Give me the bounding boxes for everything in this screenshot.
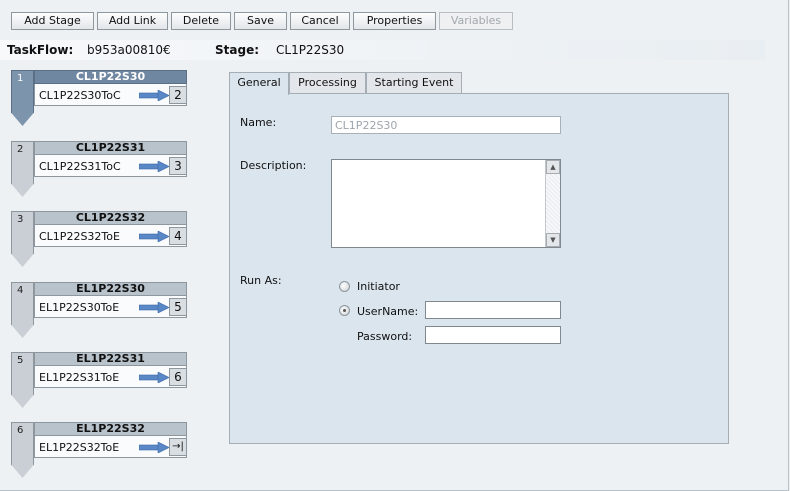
- stage-title[interactable]: EL1P22S32: [34, 422, 187, 436]
- scroll-up-icon[interactable]: ▲: [546, 160, 560, 174]
- description-field[interactable]: ▲ ▼: [331, 159, 561, 248]
- stage-number: 3: [17, 214, 24, 225]
- stage-link-label: EL1P22S32ToE: [39, 441, 120, 454]
- stage-link-label: CL1P22S31ToC: [39, 160, 121, 173]
- add-link-button[interactable]: Add Link: [97, 12, 168, 30]
- stage-number: 1: [17, 73, 24, 84]
- next-stage-target[interactable]: 5: [169, 298, 187, 316]
- name-field[interactable]: [331, 116, 561, 134]
- stage-label: Stage:: [215, 43, 260, 57]
- right-arrow-icon: [139, 231, 169, 242]
- run-as-label: Run As:: [240, 274, 282, 287]
- delete-button[interactable]: Delete: [171, 12, 231, 30]
- app-window: Add Stage Add Link Delete Save Cancel Pr…: [0, 0, 789, 491]
- right-arrow-icon: [139, 442, 169, 453]
- next-stage-target[interactable]: 2: [169, 86, 187, 104]
- stage-number: 6: [17, 425, 24, 436]
- stage-item[interactable]: 6 EL1P22S32 EL1P22S32ToE →|: [11, 422, 187, 478]
- password-field[interactable]: [425, 326, 561, 344]
- username-field[interactable]: [425, 301, 561, 319]
- info-bar: TaskFlow: b953a00810€ Stage: CL1P22S30: [0, 40, 765, 60]
- stage-link-label: EL1P22S31ToE: [39, 371, 120, 384]
- general-panel: Name: Description: ▲ ▼ Run As: Initiator…: [229, 93, 729, 444]
- tab-starting-event[interactable]: Starting Event: [366, 72, 462, 94]
- save-button[interactable]: Save: [234, 12, 287, 30]
- stage-title[interactable]: CL1P22S30: [34, 70, 187, 84]
- stage-link-label: EL1P22S30ToE: [39, 301, 120, 314]
- username-label: UserName:: [357, 305, 419, 318]
- stage-item[interactable]: 4 EL1P22S30 EL1P22S30ToE 5: [11, 282, 187, 338]
- stage-title[interactable]: CL1P22S32: [34, 211, 187, 225]
- taskflow-label: TaskFlow:: [7, 43, 74, 57]
- cancel-button[interactable]: Cancel: [290, 12, 350, 30]
- right-arrow-icon: [139, 161, 169, 172]
- initiator-radio[interactable]: [339, 281, 350, 292]
- tab-processing[interactable]: Processing: [289, 72, 366, 94]
- stage-link-label: CL1P22S30ToC: [39, 89, 121, 102]
- taskflow-value: b953a00810€: [87, 43, 171, 57]
- toolbar: Add Stage Add Link Delete Save Cancel Pr…: [0, 0, 789, 38]
- username-radio[interactable]: [339, 305, 350, 316]
- stage-value: CL1P22S30: [276, 43, 345, 57]
- stage-title[interactable]: EL1P22S31: [34, 352, 187, 366]
- variables-button: Variables: [439, 12, 513, 30]
- right-arrow-icon: [139, 372, 169, 383]
- add-stage-button[interactable]: Add Stage: [11, 12, 94, 30]
- stage-link-row[interactable]: EL1P22S31ToE 6: [34, 366, 187, 388]
- stage-link-row[interactable]: EL1P22S30ToE 5: [34, 296, 187, 318]
- password-label: Password:: [357, 330, 413, 343]
- stage-title[interactable]: EL1P22S30: [34, 282, 187, 296]
- next-stage-target[interactable]: 3: [169, 157, 187, 175]
- stage-list: 1 CL1P22S30 CL1P22S30ToC 2 2 CL1P22S31 C…: [0, 70, 200, 491]
- stage-link-row[interactable]: CL1P22S31ToC 3: [34, 155, 187, 177]
- end-arrow-icon[interactable]: →|: [169, 438, 187, 456]
- stage-item[interactable]: 5 EL1P22S31 EL1P22S31ToE 6: [11, 352, 187, 408]
- right-arrow-icon: [139, 90, 169, 101]
- stage-link-row[interactable]: CL1P22S30ToC 2: [34, 84, 187, 106]
- right-arrow-icon: [139, 302, 169, 313]
- stage-link-row[interactable]: EL1P22S32ToE →|: [34, 436, 187, 458]
- stage-number: 2: [17, 144, 24, 155]
- stage-item[interactable]: 2 CL1P22S31 CL1P22S31ToC 3: [11, 141, 187, 197]
- stage-link-row[interactable]: CL1P22S32ToE 4: [34, 225, 187, 247]
- stage-number: 5: [17, 355, 24, 366]
- description-scrollbar[interactable]: ▲ ▼: [545, 160, 560, 247]
- stage-number: 4: [17, 285, 24, 296]
- properties-button[interactable]: Properties: [353, 12, 436, 30]
- initiator-label: Initiator: [357, 280, 400, 293]
- next-stage-target[interactable]: 6: [169, 368, 187, 386]
- description-label: Description:: [240, 159, 307, 172]
- name-label: Name:: [240, 116, 277, 129]
- tab-general[interactable]: General: [229, 72, 289, 95]
- stage-item[interactable]: 3 CL1P22S32 CL1P22S32ToE 4: [11, 211, 187, 267]
- stage-item[interactable]: 1 CL1P22S30 CL1P22S30ToC 2: [11, 70, 187, 126]
- scroll-down-icon[interactable]: ▼: [546, 233, 560, 247]
- stage-title[interactable]: CL1P22S31: [34, 141, 187, 155]
- stage-link-label: CL1P22S32ToE: [39, 230, 120, 243]
- next-stage-target[interactable]: 4: [169, 227, 187, 245]
